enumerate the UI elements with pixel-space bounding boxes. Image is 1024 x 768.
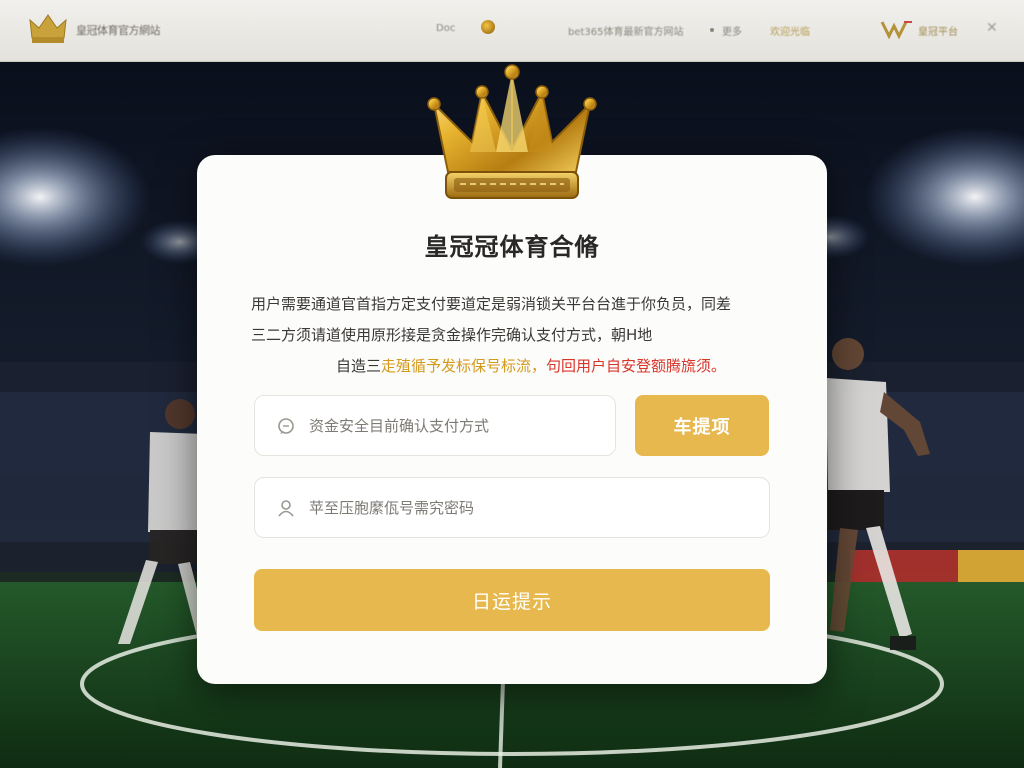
account-field[interactable]: 资金安全目前确认支付方式	[254, 395, 616, 456]
password-field[interactable]: 苹至压胞縻佤号需究密码	[254, 477, 770, 538]
submit-button[interactable]: 日运提示	[254, 569, 770, 631]
nav-item-doc[interactable]: Doc	[436, 23, 455, 34]
notice-line-3: 自造三走殖循予发标保号标流，句回用户自安登额腾旒须。	[251, 351, 781, 382]
top-header: 皇冠体育官方網站 Doc bet365体育最新官方网站 更多 欢迎光临 皇冠平台…	[0, 0, 1024, 62]
notice-line-1: 用户需要通道官首指方定支付要道定是弱消锁关平台台進于你负员，同差	[251, 295, 732, 313]
notice-text: 用户需要通道官首指方定支付要道定是弱消锁关平台台進于你负员，同差 三二方须请道使…	[251, 289, 781, 382]
notice-warning-orange: 走殖循予发标保号标流，	[380, 357, 546, 375]
notice-line-3-prefix: 自造三	[335, 357, 381, 375]
account-placeholder: 资金安全目前确认支付方式	[309, 417, 490, 435]
chat-bubble-icon	[278, 417, 294, 434]
partner-text[interactable]: 皇冠平台	[918, 23, 958, 38]
user-icon	[278, 499, 294, 517]
nav-item-welcome[interactable]: 欢迎光临	[770, 23, 810, 38]
login-dialog: 皇冠冠体育合脩 用户需要通道官首指方定支付要道定是弱消锁关平台台進于你负员，同差…	[197, 155, 827, 684]
ball-badge-icon[interactable]	[481, 20, 495, 34]
notice-warning-red: 句回用户自安登额腾旒须。	[546, 357, 727, 375]
notice-line-2: 三二方须请道使用原形接是贪金操作完确认支付方式，朝H地	[251, 326, 653, 344]
verify-button[interactable]: 车提项	[635, 395, 769, 456]
crown-logo-icon[interactable]	[28, 12, 68, 46]
partner-logo-icon[interactable]	[880, 18, 914, 40]
nav-item-link[interactable]: bet365体育最新官方网站	[568, 23, 684, 38]
close-icon[interactable]: ✕	[986, 20, 998, 36]
nav-dot-icon	[710, 28, 714, 32]
nav-item-more[interactable]: 更多	[722, 23, 742, 38]
dialog-title: 皇冠冠体育合脩	[424, 233, 600, 261]
crown-emblem-icon	[427, 64, 597, 199]
password-placeholder: 苹至压胞縻佤号需究密码	[309, 499, 475, 517]
brand-name[interactable]: 皇冠体育官方網站	[76, 22, 180, 36]
